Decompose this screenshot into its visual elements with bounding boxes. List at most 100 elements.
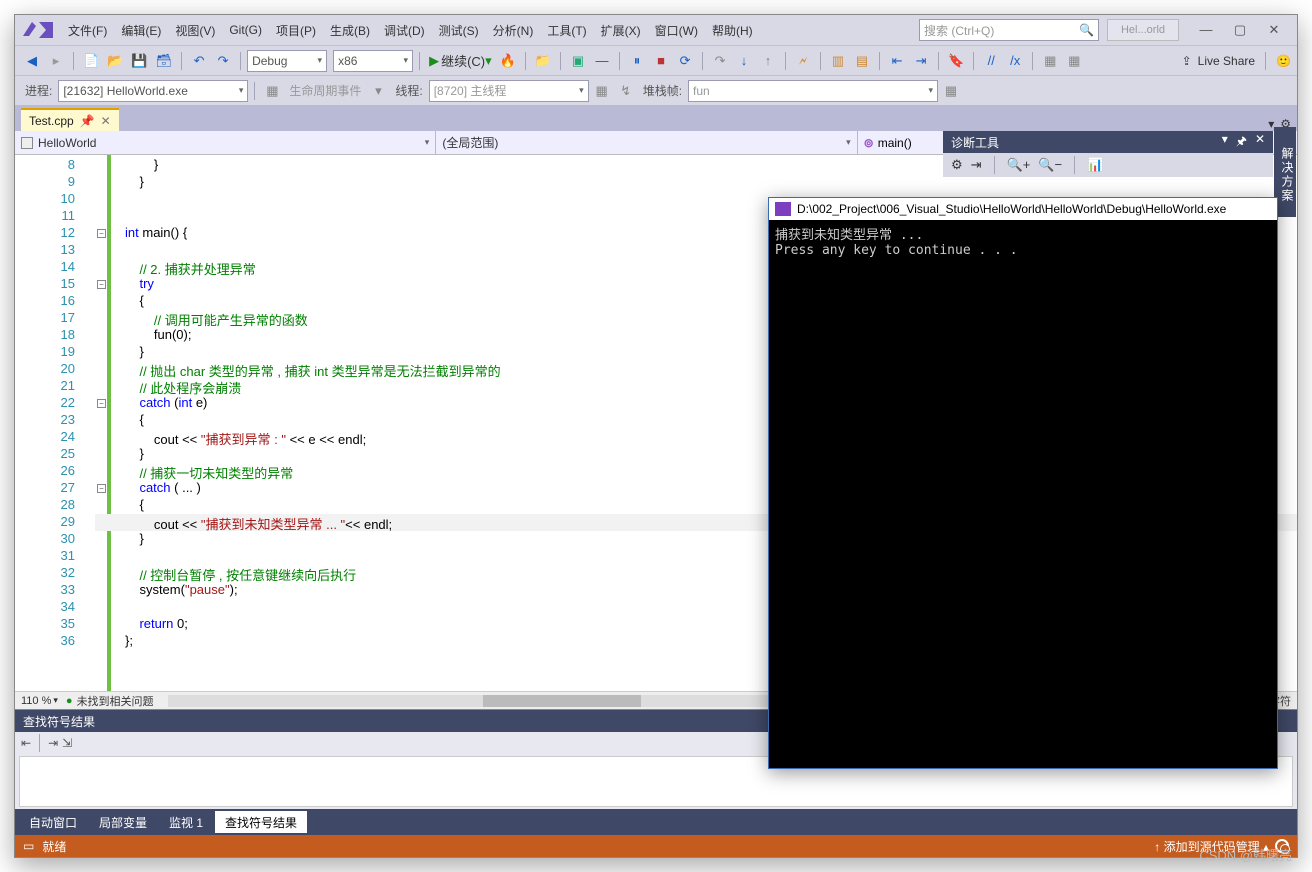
menu-item[interactable]: 生成(B) xyxy=(323,15,377,45)
bottom-tab[interactable]: 自动窗口 xyxy=(19,811,87,833)
issues-label: 未找到相关问题 xyxy=(77,693,154,709)
uncomment-icon[interactable]: /x xyxy=(1004,50,1026,72)
stop-icon[interactable]: ■ xyxy=(650,50,672,72)
status-text: 就绪 xyxy=(42,838,66,855)
nav-scope-combo[interactable]: (全局范围)▾ xyxy=(436,131,857,154)
bookmark-icon[interactable]: 🔖 xyxy=(945,50,967,72)
menu-item[interactable]: 帮助(H) xyxy=(705,15,760,45)
menu-item[interactable]: 分析(N) xyxy=(486,15,541,45)
menu-item[interactable]: 扩展(X) xyxy=(594,15,648,45)
menu-item[interactable]: 编辑(E) xyxy=(114,15,168,45)
diag-gear-icon[interactable]: ⚙ xyxy=(951,157,963,173)
menu-item[interactable]: 文件(F) xyxy=(61,15,114,45)
bottom-tab[interactable]: 查找符号结果 xyxy=(215,811,307,833)
lifecycle-icon[interactable]: ▦ xyxy=(261,80,283,102)
feedback-icon[interactable]: 🙂 xyxy=(1276,54,1291,68)
step-out-icon[interactable]: ↑ xyxy=(757,50,779,72)
folder-icon[interactable]: 📁 xyxy=(532,50,554,72)
misc-b-icon[interactable]: ▦ xyxy=(1063,50,1085,72)
menu-item[interactable]: 调试(D) xyxy=(377,15,432,45)
menu-item[interactable]: 窗口(W) xyxy=(648,15,705,45)
zoom-combo[interactable]: 110 % ▾ xyxy=(21,695,58,707)
find-tool-b-icon[interactable]: ⇥ xyxy=(48,736,58,750)
close-button[interactable]: ✕ xyxy=(1257,22,1291,38)
config-combo[interactable]: Debug▾ xyxy=(247,50,327,72)
new-file-icon[interactable]: 📄 xyxy=(80,50,102,72)
pause-icon[interactable]: ⏸ xyxy=(626,50,648,72)
find-tool-c-icon[interactable]: ⇲ xyxy=(62,736,72,750)
menu-bar: 文件(F)编辑(E)视图(V)Git(G)项目(P)生成(B)调试(D)测试(S… xyxy=(15,15,1297,45)
debug-toolbar: 进程: [21632] HelloWorld.exe▾ ▦ 生命周期事件▾ 线程… xyxy=(15,75,1297,105)
thread-tool2-icon[interactable]: ↯ xyxy=(615,80,637,102)
console-body: 捕获到未知类型异常 ... Press any key to continue … xyxy=(769,220,1277,262)
document-tabs: Test.cpp 📌 ✕ ▾⚙ xyxy=(15,105,1297,131)
menu-item[interactable]: Git(G) xyxy=(222,15,269,45)
platform-combo[interactable]: x86▾ xyxy=(333,50,413,72)
menu-item[interactable]: 项目(P) xyxy=(269,15,323,45)
nav-project-combo[interactable]: HelloWorld▾ xyxy=(15,131,436,154)
menu-item[interactable]: 工具(T) xyxy=(540,15,593,45)
tool-icon[interactable]: — xyxy=(591,50,613,72)
diagnostics-toolbar: ⚙ ⇥ 🔍+ 🔍− 📊 xyxy=(943,153,1273,177)
stackframe-label: 堆栈帧: xyxy=(639,82,686,99)
thread-tool-icon[interactable]: ▦ xyxy=(591,80,613,102)
liveshare-label[interactable]: Live Share xyxy=(1198,54,1255,68)
layout-icon[interactable]: ▥ xyxy=(827,50,849,72)
step-over-icon[interactable]: ↷ xyxy=(709,50,731,72)
save-all-icon[interactable]: 🗃 xyxy=(153,50,176,72)
outdent-icon[interactable]: ⇤ xyxy=(886,50,908,72)
step-into-icon[interactable]: ↓ xyxy=(733,50,755,72)
console-app-icon xyxy=(775,202,791,216)
console-title: D:\002_Project\006_Visual_Studio\HelloWo… xyxy=(797,202,1226,216)
diag-close-icon[interactable]: ✕ xyxy=(1255,132,1265,153)
status-rect-icon: ▭ xyxy=(23,839,34,853)
thread-label: 线程: xyxy=(391,82,426,99)
forward-button[interactable]: ▸ xyxy=(45,50,67,72)
stackframe-combo[interactable]: fun▾ xyxy=(688,80,938,102)
pin-icon[interactable]: 📌 xyxy=(80,114,95,128)
misc-a-icon[interactable]: ▦ xyxy=(1039,50,1061,72)
indent-icon[interactable]: ⇥ xyxy=(910,50,932,72)
menu-item[interactable]: 视图(V) xyxy=(168,15,222,45)
line-gutter: 8910111213141516171819202122232425262728… xyxy=(15,155,95,691)
document-tab[interactable]: Test.cpp 📌 ✕ xyxy=(21,108,119,131)
find-tool-a-icon[interactable]: ⇤ xyxy=(21,736,31,750)
liveshare-icon[interactable]: ⇪ xyxy=(1182,54,1192,68)
thread-combo[interactable]: [8720] 主线程▾ xyxy=(429,80,589,102)
open-icon[interactable]: 📂 xyxy=(104,50,126,72)
diag-zoomin-icon[interactable]: 🔍+ xyxy=(1007,157,1031,173)
bottom-tab[interactable]: 局部变量 xyxy=(89,811,157,833)
window-icon[interactable]: ▣ xyxy=(567,50,589,72)
bottom-tab[interactable]: 监视 1 xyxy=(159,811,213,833)
process-combo[interactable]: [21632] HelloWorld.exe▾ xyxy=(58,80,248,102)
minimize-button[interactable]: — xyxy=(1189,22,1223,38)
search-icon: 🔍 xyxy=(1079,23,1094,37)
diag-dropdown-icon[interactable]: ▾ xyxy=(1222,132,1228,153)
diag-pin-icon[interactable]: 🖈 xyxy=(1236,132,1247,153)
layout2-icon[interactable]: ▤ xyxy=(851,50,873,72)
console-titlebar[interactable]: D:\002_Project\006_Visual_Studio\HelloWo… xyxy=(769,198,1277,220)
comment-icon[interactable]: // xyxy=(980,50,1002,72)
ok-icon: ● xyxy=(66,695,73,707)
watermark: CSDN @韩曙亮 xyxy=(1199,845,1292,864)
bottom-tab-strip: 自动窗口局部变量监视 1查找符号结果 xyxy=(15,809,1297,835)
redo-icon[interactable]: ↷ xyxy=(212,50,234,72)
project-badge[interactable]: Hel...orld xyxy=(1107,19,1179,41)
hot-reload-icon[interactable]: 🔥 xyxy=(497,50,519,72)
diag-export-icon[interactable]: ⇥ xyxy=(971,157,982,173)
save-icon[interactable]: 💾 xyxy=(128,50,150,72)
search-box[interactable]: 搜索 (Ctrl+Q) 🔍 xyxy=(919,19,1099,41)
console-window[interactable]: D:\002_Project\006_Visual_Studio\HelloWo… xyxy=(768,197,1278,769)
diag-chart-icon[interactable]: 📊 xyxy=(1087,157,1103,173)
tab-close-icon[interactable]: ✕ xyxy=(101,114,111,128)
stack-tool-icon[interactable]: ▦ xyxy=(940,80,962,102)
maximize-button[interactable]: ▢ xyxy=(1223,22,1257,38)
undo-icon[interactable]: ↶ xyxy=(188,50,210,72)
continue-button[interactable]: ▶ 继续(C) ▾ xyxy=(426,50,495,72)
diag-zoomout-icon[interactable]: 🔍− xyxy=(1038,157,1062,173)
restart-icon[interactable]: ⟳ xyxy=(674,50,696,72)
menu-item[interactable]: 测试(S) xyxy=(432,15,486,45)
back-button[interactable]: ◀ xyxy=(21,50,43,72)
tools-a-icon[interactable]: 🗲 xyxy=(792,50,814,72)
status-bar: ▭ 就绪 ↑ 添加到源代码管理 ▴ xyxy=(15,835,1297,857)
